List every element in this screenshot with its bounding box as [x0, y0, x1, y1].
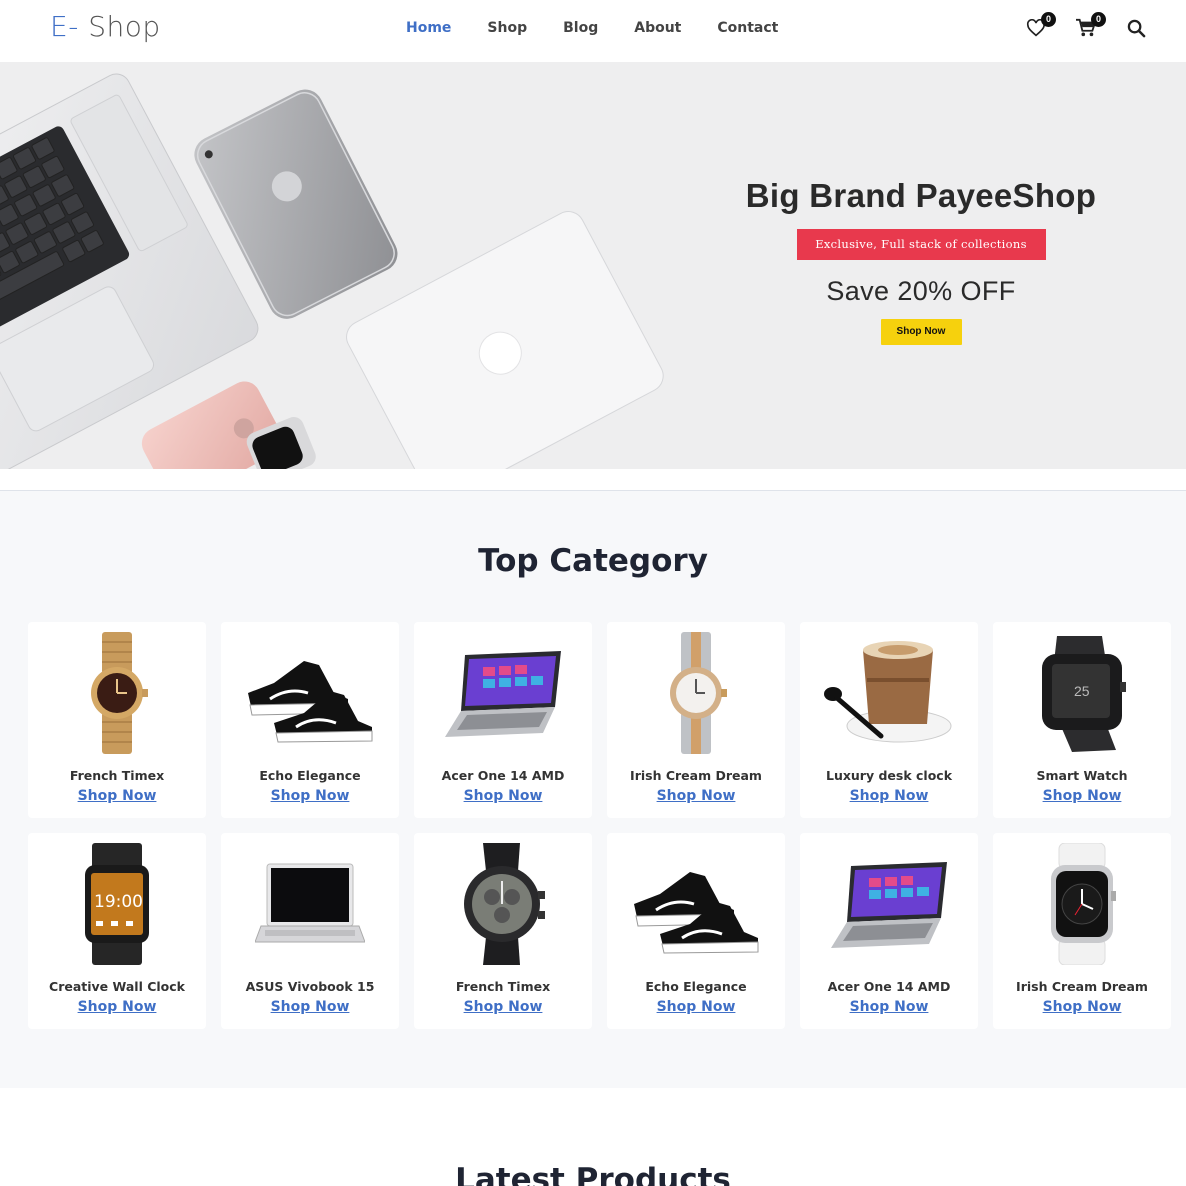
nav-contact[interactable]: Contact	[717, 18, 778, 38]
nav-shop[interactable]: Shop	[487, 18, 527, 38]
sneakers-image	[626, 841, 766, 967]
smart-watch-orange-image: 19:00	[47, 841, 187, 967]
laptop-image	[819, 841, 959, 967]
laptop-black-image	[240, 841, 380, 967]
sneakers-image	[240, 630, 380, 756]
shop-now-link[interactable]: Shop Now	[221, 999, 399, 1015]
watch-time-text: 19:00	[94, 892, 143, 912]
category-name: Smart Watch	[1036, 768, 1128, 783]
nav-about[interactable]: About	[634, 18, 681, 38]
cart-count-badge: 0	[1091, 12, 1106, 27]
category-name: French Timex	[69, 768, 165, 783]
cart-button[interactable]: 0	[1072, 12, 1106, 42]
latest-products-title: Latest Products	[455, 1162, 731, 1186]
category-card[interactable]: Irish Cream Dream Shop Now	[607, 622, 785, 818]
shop-now-link[interactable]: Shop Now	[221, 788, 399, 804]
shop-now-link[interactable]: Shop Now	[414, 999, 592, 1015]
hero-title: Big Brand PayeeShop	[745, 177, 1097, 214]
shop-now-link[interactable]: Shop Now	[607, 788, 785, 804]
category-name: ASUS Vivobook 15	[245, 979, 375, 994]
category-name: Creative Wall Clock	[49, 979, 185, 994]
category-card[interactable]: Acer One 14 AMD Shop Now	[800, 833, 978, 1029]
chrono-watch-image	[433, 841, 573, 967]
category-card[interactable]: Echo Elegance Shop Now	[607, 833, 785, 1029]
category-card[interactable]: 19:00 Creative Wall Clock Shop Now	[28, 833, 206, 1029]
category-name: Acer One 14 AMD	[441, 768, 565, 783]
category-card[interactable]: Irish Cream Dream Shop Now	[993, 833, 1171, 1029]
shop-now-link[interactable]: Shop Now	[414, 788, 592, 804]
coffee-cup-image	[819, 630, 959, 756]
top-category-section: Top Category French Timex Shop Now Echo …	[0, 491, 1186, 1088]
nav-blog[interactable]: Blog	[563, 18, 598, 38]
header-actions: 0 0	[1022, 12, 1150, 42]
hero-banner: Big Brand PayeeShop Exclusive, Full stac…	[0, 62, 1186, 469]
navbar: E- Shop Home Shop Blog About Contact 0 0	[0, 0, 1186, 62]
shop-now-link[interactable]: Shop Now	[28, 999, 206, 1015]
category-name: Echo Elegance	[645, 979, 747, 994]
category-card[interactable]: ASUS Vivobook 15 Shop Now	[221, 833, 399, 1029]
category-card[interactable]: Acer One 14 AMD Shop Now	[414, 622, 592, 818]
shop-now-link[interactable]: Shop Now	[800, 999, 978, 1015]
category-name: Luxury desk clock	[825, 768, 953, 783]
shop-now-link[interactable]: Shop Now	[993, 788, 1171, 804]
category-name: Echo Elegance	[259, 768, 361, 783]
category-grid: French Timex Shop Now Echo Elegance Shop…	[28, 622, 1171, 1029]
svg-text:25: 25	[1074, 683, 1090, 699]
hero-tagline-badge: Exclusive, Full stack of collections	[796, 229, 1046, 260]
category-card[interactable]: French Timex Shop Now	[28, 622, 206, 818]
shop-now-link[interactable]: Shop Now	[28, 788, 206, 804]
hero-devices-image	[0, 73, 664, 469]
search-button[interactable]	[1122, 14, 1150, 42]
wishlist-button[interactable]: 0	[1022, 12, 1056, 42]
category-card[interactable]: 25 Smart Watch Shop Now	[993, 622, 1171, 818]
apple-watch-image	[1012, 841, 1152, 967]
hero-shop-now-button[interactable]: Shop Now	[880, 319, 962, 345]
category-name: Acer One 14 AMD	[827, 979, 951, 994]
nav-home[interactable]: Home	[406, 18, 451, 38]
top-category-title: Top Category	[478, 543, 708, 579]
shop-now-link[interactable]: Shop Now	[993, 999, 1171, 1015]
category-name: French Timex	[455, 979, 551, 994]
shop-now-link[interactable]: Shop Now	[607, 999, 785, 1015]
silver-watch-image	[626, 630, 766, 756]
shop-now-link[interactable]: Shop Now	[800, 788, 978, 804]
category-card[interactable]: Luxury desk clock Shop Now	[800, 622, 978, 818]
hero-content: Big Brand PayeeShop Exclusive, Full stac…	[740, 177, 1102, 345]
category-card[interactable]: French Timex Shop Now	[414, 833, 592, 1029]
laptop-image	[433, 630, 573, 756]
search-icon	[1127, 19, 1145, 37]
gold-watch-image	[47, 630, 187, 756]
site-logo[interactable]: E- Shop	[50, 10, 161, 43]
main-nav: Home Shop Blog About Contact	[406, 18, 814, 38]
category-card[interactable]: Echo Elegance Shop Now	[221, 622, 399, 818]
category-name: Irish Cream Dream	[1016, 979, 1148, 994]
hero-offer: Save 20% OFF	[826, 276, 1016, 306]
smart-watch-image: 25	[1012, 630, 1152, 756]
category-name: Irish Cream Dream	[630, 768, 762, 783]
wishlist-count-badge: 0	[1041, 12, 1056, 27]
